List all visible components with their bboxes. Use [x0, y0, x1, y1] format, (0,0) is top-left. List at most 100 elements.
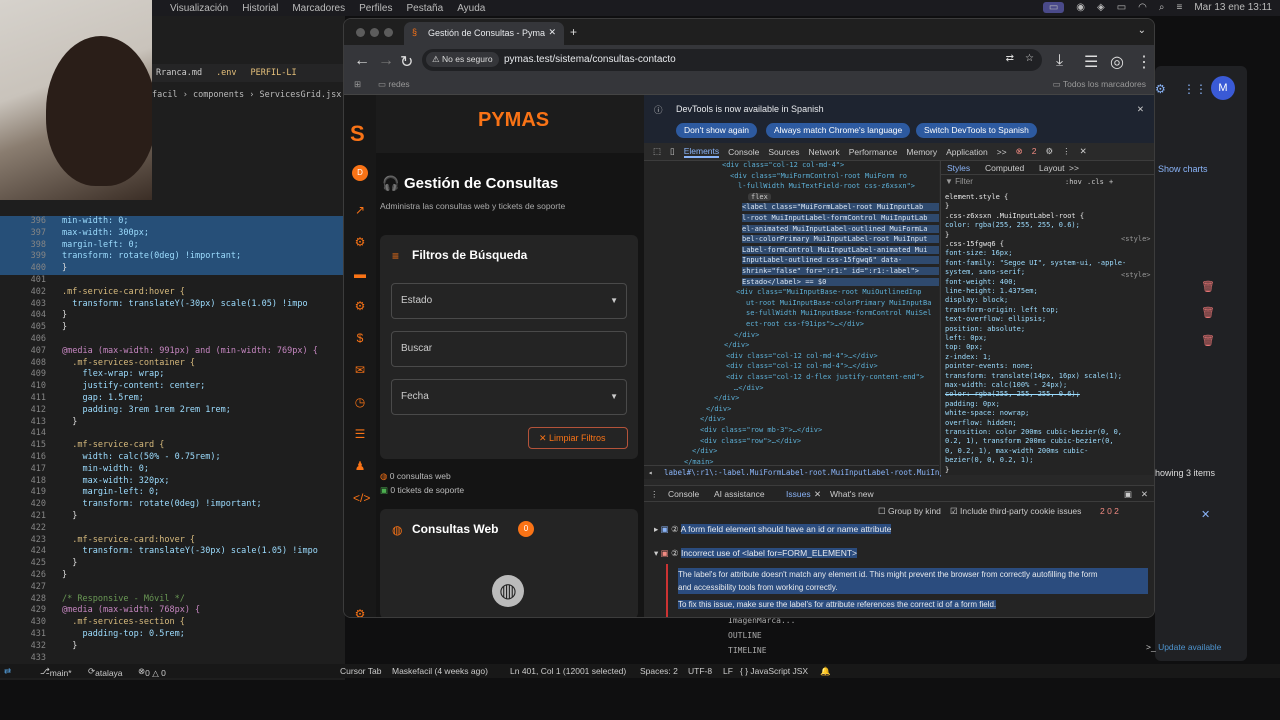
- third-party-checkbox[interactable]: ☑ Include third-party cookie issues: [950, 506, 1081, 517]
- menu-item[interactable]: Visualización: [170, 3, 228, 14]
- reload-icon[interactable]: ↻: [400, 52, 413, 72]
- editor-tab[interactable]: Rranca.md: [156, 68, 202, 78]
- style-declaration[interactable]: font-size: 16px;: [945, 249, 1012, 257]
- dom-node-line[interactable]: <div class="col-12 col-md-4">: [722, 161, 844, 169]
- bookmark-folder-redes[interactable]: ▭ redes: [378, 79, 410, 90]
- remote-icon[interactable]: ⇄: [4, 666, 11, 677]
- dom-node-line[interactable]: l-root MuiInputLabel-formControl MuiInpu…: [742, 214, 939, 222]
- zoom-window-button[interactable]: [384, 28, 393, 37]
- battery-icon[interactable]: ▭: [1117, 2, 1126, 13]
- bookmark-star-icon[interactable]: ☆: [1025, 53, 1034, 64]
- style-declaration[interactable]: .css-z6xsxn .MuiInputLabel-root {: [945, 212, 1084, 220]
- elements-tree[interactable]: <div class="col-12 col-md-4"> <div class=…: [644, 161, 939, 475]
- security-chip[interactable]: ⚠ No es seguro: [426, 52, 499, 67]
- dom-node-line[interactable]: <div class="row">…</div>: [700, 437, 801, 445]
- gear-icon[interactable]: ⚙: [1155, 82, 1166, 96]
- dom-node-line[interactable]: Estado</label> == $0: [742, 277, 939, 286]
- style-declaration[interactable]: text-overflow: ellipsis;: [945, 315, 1046, 323]
- match-language-button[interactable]: Always match Chrome's language: [766, 123, 911, 138]
- dom-node-line[interactable]: </div>: [724, 341, 749, 349]
- new-rule-icon[interactable]: +: [1109, 178, 1113, 186]
- style-declaration[interactable]: font-family: "Segoe UI", system-ui, -app…: [945, 259, 1126, 267]
- shield-icon[interactable]: ◈: [1097, 2, 1105, 13]
- address-bar[interactable]: ⚠ No es seguro pymas.test/sistema/consul…: [422, 49, 1042, 71]
- style-declaration[interactable]: pointer-events: none;: [945, 362, 1034, 370]
- show-charts-link[interactable]: Show charts: [1158, 164, 1208, 174]
- chart-icon[interactable]: ↗: [353, 203, 367, 217]
- new-tab-button[interactable]: +: [570, 25, 577, 39]
- style-declaration[interactable]: transition: color 200ms cubic-bezier(0, …: [945, 428, 1122, 436]
- scroll-left-icon[interactable]: ◂: [648, 468, 653, 477]
- avatar[interactable]: M: [1211, 76, 1235, 100]
- settings-icon[interactable]: ⚙: [1045, 146, 1053, 157]
- fecha-select[interactable]: Fecha ▼: [391, 379, 627, 415]
- cls-toggle[interactable]: .cls: [1087, 178, 1104, 186]
- user-avatar[interactable]: D: [352, 165, 368, 181]
- dom-node-line[interactable]: <div class="MuiInputBase-root MuiOutline…: [736, 288, 921, 296]
- git-branch[interactable]: ⎇ main*: [40, 666, 72, 678]
- dom-node-line[interactable]: <div class="col-12 d-flex justify-conten…: [726, 373, 924, 381]
- style-declaration[interactable]: position: absolute;: [945, 325, 1025, 333]
- truck-icon[interactable]: ▬: [353, 267, 367, 281]
- style-source[interactable]: <style>: [1121, 235, 1151, 243]
- encoding-status[interactable]: UTF-8: [688, 666, 712, 676]
- menu-item[interactable]: Marcadores: [292, 3, 345, 14]
- more-tabs[interactable]: >>: [997, 147, 1007, 157]
- download-icon[interactable]: ⤓: [1056, 52, 1063, 70]
- style-declaration[interactable]: 0, 0.2, 1), max-width 200ms cubic-: [945, 447, 1088, 455]
- menu-icon[interactable]: ⋮: [1136, 52, 1152, 72]
- language-status[interactable]: { } JavaScript JSX: [740, 666, 808, 676]
- hov-toggle[interactable]: :hov: [1065, 178, 1082, 186]
- url-text[interactable]: pymas.test/sistema/consultas-contacto: [504, 54, 676, 65]
- camera-icon[interactable]: ◉: [1076, 2, 1085, 13]
- dom-node-line[interactable]: InputLabel-outlined css-15fgwq6" data-: [742, 256, 939, 265]
- menu-item[interactable]: Pestaña: [406, 3, 443, 14]
- account-status[interactable]: ⟳ atalaya: [88, 666, 123, 678]
- style-declaration[interactable]: line-height: 1.4375em;: [945, 287, 1038, 295]
- style-declaration[interactable]: bezier(0, 0, 0.2, 1);: [945, 456, 1034, 464]
- dom-node-line[interactable]: </div>: [700, 415, 725, 423]
- styles-filter-input[interactable]: ▼ Filter: [945, 177, 1065, 189]
- control-center-icon[interactable]: ≡: [1177, 2, 1183, 13]
- dom-node-line[interactable]: ut-root MuiInputBase-colorPrimary MuiInp…: [746, 299, 931, 307]
- tab-console[interactable]: Console: [728, 147, 759, 157]
- style-declaration[interactable]: padding: 0px;: [945, 400, 1000, 408]
- style-declaration[interactable]: font-weight: 400;: [945, 278, 1017, 286]
- extensions-icon[interactable]: ☰: [1084, 52, 1098, 72]
- menu-item[interactable]: Perfiles: [359, 3, 392, 14]
- issue-row[interactable]: ▸ ▣ ② A form field element should have a…: [654, 524, 892, 535]
- close-window-button[interactable]: [356, 28, 365, 37]
- switch-language-button[interactable]: Switch DevTools to Spanish: [916, 123, 1037, 138]
- clear-filters-button[interactable]: ✕ Limpiar Filtros: [528, 427, 628, 449]
- code-line[interactable]: 400}: [0, 263, 345, 276]
- gear-icon[interactable]: ⚙: [353, 235, 367, 249]
- editor-tab[interactable]: .env: [216, 68, 236, 78]
- tab-search-icon[interactable]: ⌄: [1138, 25, 1146, 36]
- style-declaration[interactable]: transform-origin: left top;: [945, 306, 1059, 314]
- outline-header[interactable]: OUTLINE: [728, 631, 795, 640]
- bell-icon[interactable]: 🔔: [820, 666, 831, 677]
- code-line[interactable]: 399 transform: rotate(0deg) !important;: [0, 251, 345, 264]
- code-line[interactable]: 397 max-width: 300px;: [0, 227, 345, 240]
- tab-performance[interactable]: Performance: [849, 147, 898, 157]
- menu-item[interactable]: Historial: [242, 3, 278, 14]
- dom-node-line[interactable]: l-fullWidth MuiTextField-root css-z6xsxn…: [738, 182, 915, 190]
- error-count[interactable]: ⊗ 2: [1016, 146, 1037, 157]
- dom-node-line[interactable]: </div>: [706, 405, 731, 413]
- estado-select[interactable]: Estado ▼: [391, 283, 627, 319]
- issue-row-expanded[interactable]: ▾ ▣ ② Incorrect use of <label for=FORM_E…: [654, 548, 858, 559]
- dom-node-line[interactable]: el-animated MuiInputLabel-outlined MuiFo…: [742, 224, 939, 233]
- dom-crumb[interactable]: label#\:r1\:-label.MuiFormLabel-root.Mui…: [664, 468, 967, 477]
- style-declaration[interactable]: color: rgba(255, 255, 255, 0.6);: [945, 221, 1080, 229]
- search-icon[interactable]: ⌕: [1159, 2, 1165, 13]
- trash-icon[interactable]: 🗑: [1201, 280, 1215, 293]
- timeline-header[interactable]: TIMELINE: [728, 646, 795, 655]
- minimize-window-button[interactable]: [370, 28, 379, 37]
- code-icon[interactable]: </>: [353, 491, 370, 505]
- envelope-icon[interactable]: ✉: [353, 363, 367, 377]
- drawer-tab-issues[interactable]: Issues: [786, 489, 811, 499]
- computed-tab[interactable]: Computed: [985, 163, 1024, 173]
- blame-status[interactable]: Maskefacil (4 weeks ago): [392, 666, 488, 676]
- translate-icon[interactable]: ⇄: [1006, 53, 1014, 64]
- device-toolbar-icon[interactable]: ▯: [670, 146, 675, 157]
